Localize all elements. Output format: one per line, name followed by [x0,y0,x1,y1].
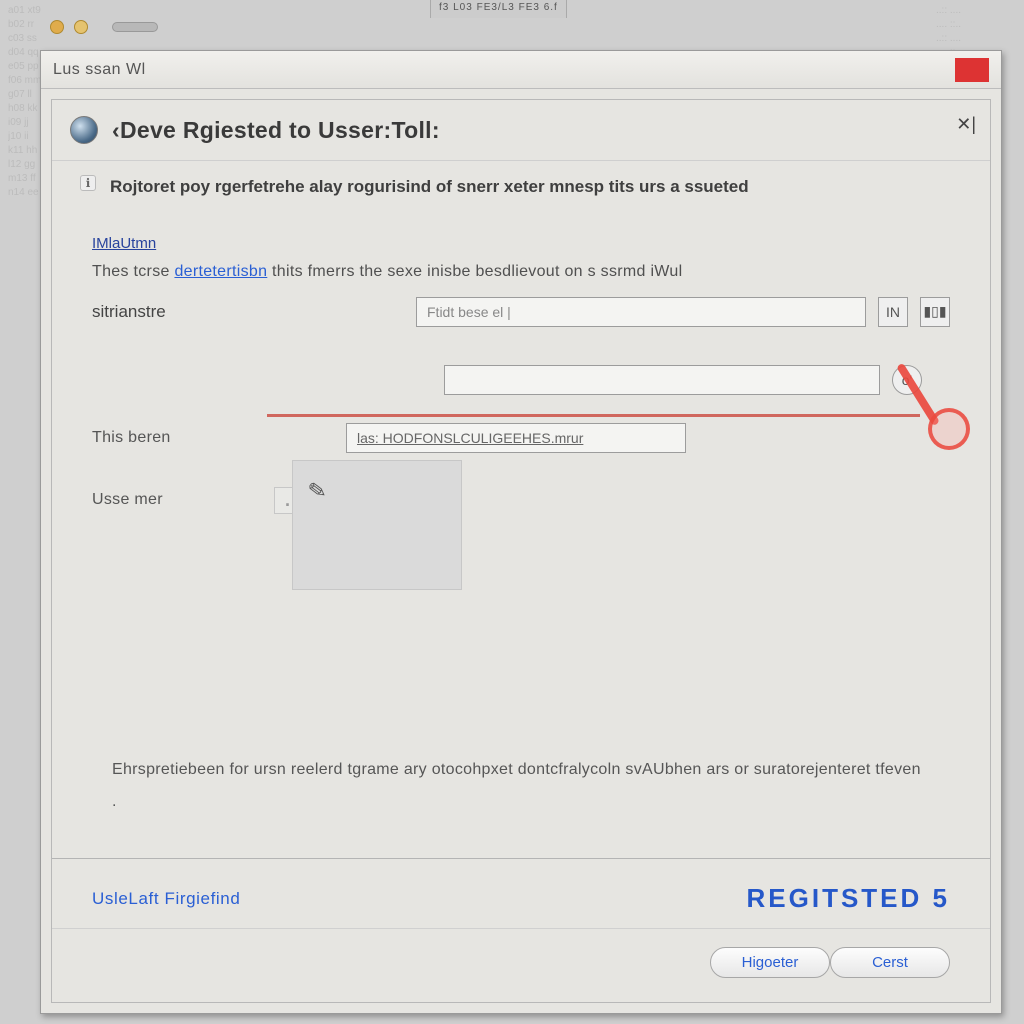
label-this-beren: This beren [92,429,262,447]
dialog-close-button[interactable]: ✕| [956,114,976,135]
body-paragraph: Ehrspretiebeen for ursn reelerd tgrame a… [52,754,990,818]
dialog-title: ‹Deve Rgiested to Usser:Toll: [112,117,440,144]
footer-status: REGITSTED 5 [747,883,950,914]
footer-left-link[interactable]: UsleLaft Firgiefind [92,889,240,909]
dialog-subheader: ℹ Rojtoret poy rgerfetrehe alay rogurisi… [52,161,990,207]
window-close-button[interactable] [955,58,989,82]
desc-rest: thits fmerrs the sexe inisbe besdlievout… [272,263,682,280]
description-line: Thes tcrse dertetertisbn thits fmerrs th… [92,258,950,287]
button-bar: Higoeter Cerst [52,928,990,1002]
input-2-suffix-icon[interactable]: o' [892,365,922,395]
annotation-underline [267,414,920,417]
window-title: Lus ssan Wl [53,61,146,79]
dialog-subtitle: Rojtoret poy rgerfetrehe alay rogurisind… [110,175,749,199]
barcode-icon[interactable]: ▮▯▮ [920,297,950,327]
minimize-dot-icon[interactable] [50,20,64,34]
register-button[interactable]: Higoeter [710,947,830,978]
pencil-icon: ✎ [306,477,328,505]
section-heading[interactable]: IMlaUtmn [92,235,950,252]
desc-prefix: Thes tcrse [92,263,174,280]
window-titlebar: Lus ssan Wl [41,51,1001,89]
dialog-footer: UsleLaft Firgiefind REGITSTED 5 [52,858,990,928]
window-handle-icon [112,22,158,32]
input-field-2[interactable] [444,365,880,395]
main-section: IMlaUtmn Thes tcrse dertetertisbn thits … [52,207,990,514]
register-dialog: ‹Deve Rgiested to Usser:Toll: ✕| ℹ Rojto… [51,99,991,1003]
input-1-placeholder: Ftidt bese el | [427,304,511,320]
dialog-header: ‹Deve Rgiested to Usser:Toll: ✕| [52,100,990,161]
input-field-1[interactable]: Ftidt bese el | [416,297,866,327]
traffic-light-buttons [50,20,158,34]
desc-link[interactable]: dertetertisbn [174,263,267,280]
cancel-button[interactable]: Cerst [830,947,950,978]
tab-fragment: f3 L03 FE3/L3 FE3 6.f [430,0,567,18]
readonly-path-field: las: HODFONSLCULIGEEHES.mrur [346,423,686,453]
info-icon: ℹ [80,175,96,191]
label-user: Usse mer [92,491,262,509]
input-1-suffix-badge[interactable]: IN [878,297,908,327]
maximize-dot-icon[interactable] [74,20,88,34]
link-word[interactable]: sitrianstre [92,302,262,322]
outer-window: Lus ssan Wl ‹Deve Rgiested to Usser:Toll… [40,50,1002,1014]
globe-icon [70,116,98,144]
